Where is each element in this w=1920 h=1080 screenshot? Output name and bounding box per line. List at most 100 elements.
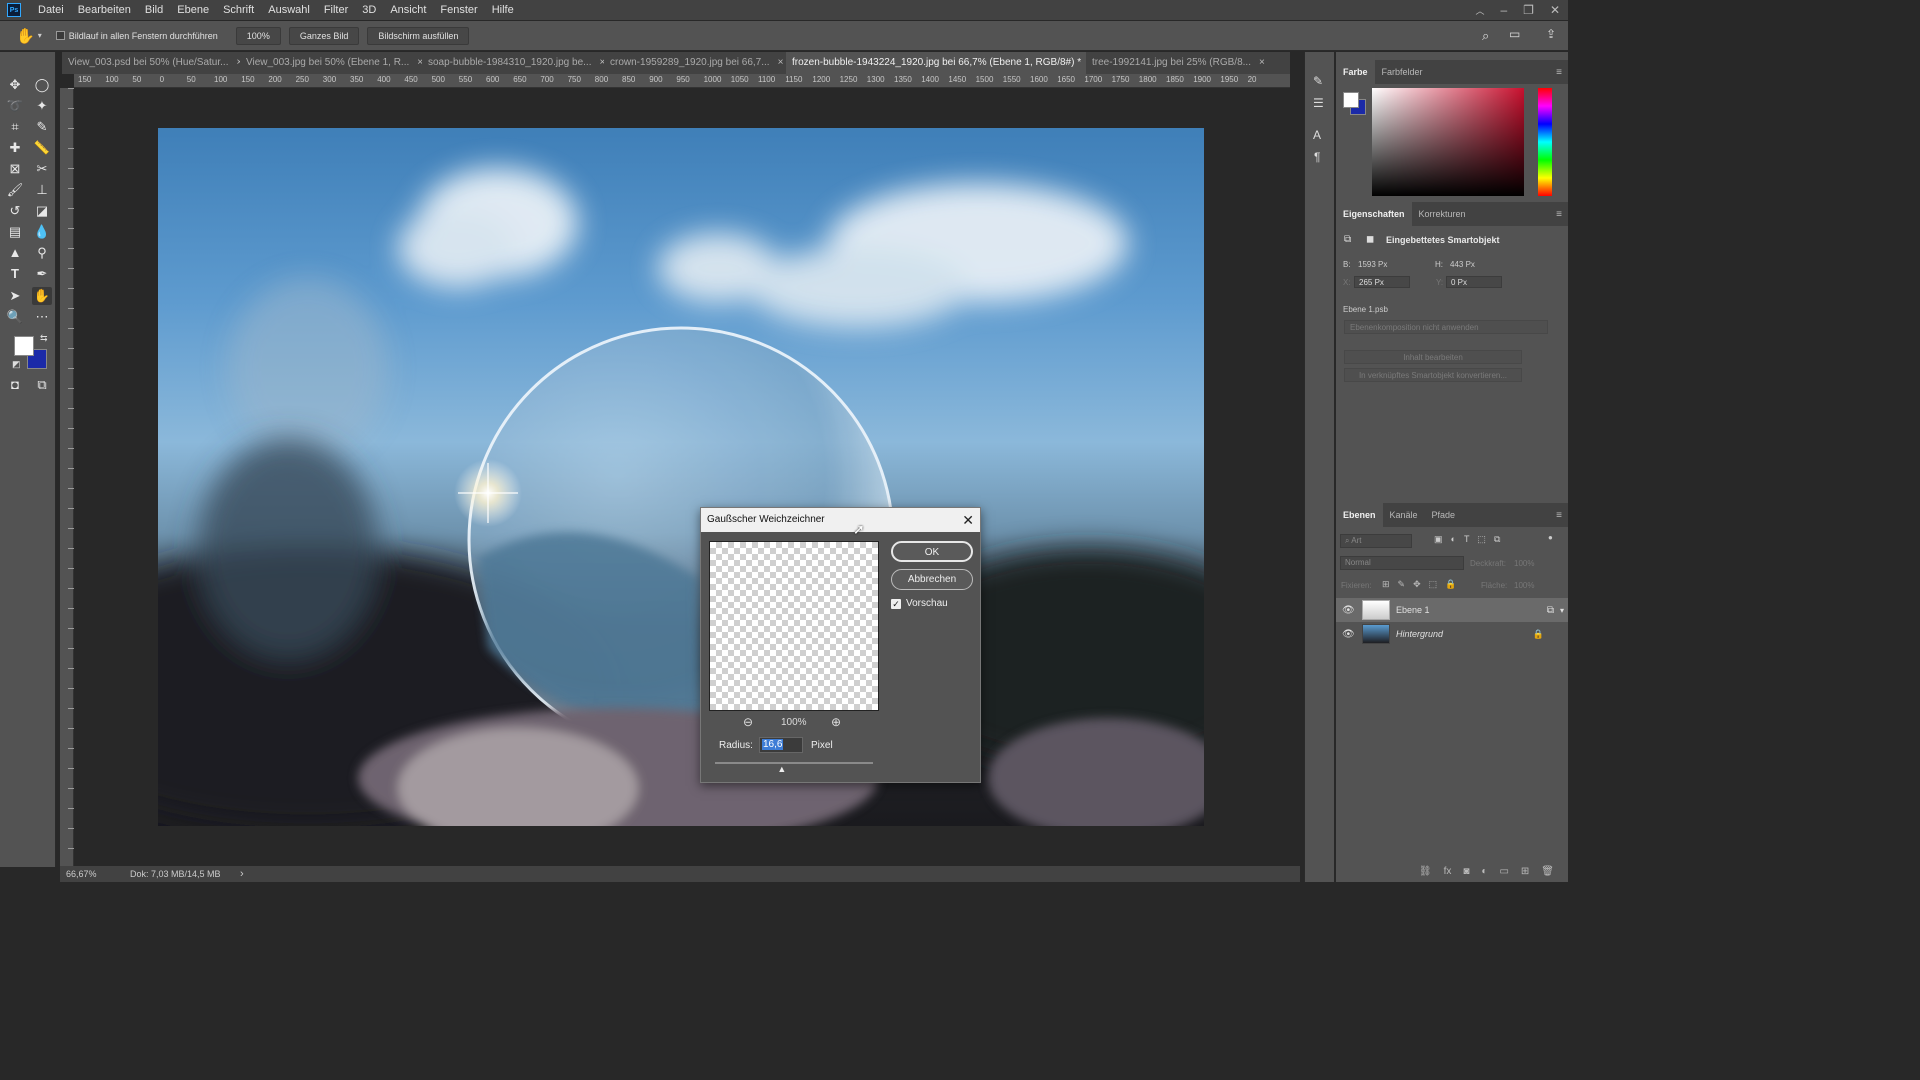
preview-checkbox[interactable]: ✓ [891, 598, 901, 609]
zoom-tool-icon[interactable]: 🔍 [5, 308, 25, 326]
adjustment-layer-icon[interactable]: ◐ [1481, 866, 1487, 877]
marquee-tool-icon[interactable]: ◯ [32, 76, 52, 94]
default-colors-icon[interactable]: ◩ [12, 359, 21, 370]
tab-view003-psd[interactable]: View_003.psd bei 50% (Hue/Satur... × [62, 52, 240, 74]
tab-frozen-bubble[interactable]: frozen-bubble-1943224_1920.jpg bei 66,7%… [786, 52, 1086, 74]
zoom-out-icon[interactable]: ⊖ [743, 715, 753, 729]
radius-slider-track[interactable] [715, 762, 873, 764]
type-tool-icon[interactable]: T [5, 265, 25, 283]
quick-mask-icon[interactable]: ◘ [5, 376, 25, 394]
frame-tool-icon[interactable]: ⊠ [5, 160, 25, 178]
eraser-tool-icon[interactable]: ◪ [32, 202, 52, 220]
crop-tool-icon[interactable]: ⌗ [5, 118, 25, 136]
radius-input[interactable]: 16,6 [759, 737, 803, 753]
close-icon[interactable]: × [1259, 52, 1265, 74]
menu-filter[interactable]: Filter [317, 0, 355, 20]
fill-value[interactable]: 100% [1514, 581, 1534, 590]
tab-crown[interactable]: crown-1959289_1920.jpg bei 66,7... × [604, 52, 786, 74]
menu-3d[interactable]: 3D [355, 0, 383, 20]
hand-tool-active-icon[interactable]: ✋ [32, 287, 52, 305]
layer-name[interactable]: Ebene 1 [1396, 605, 1430, 615]
radius-slider-thumb[interactable]: ▲ [777, 764, 786, 774]
menu-hilfe[interactable]: Hilfe [485, 0, 521, 20]
fit-screen-button[interactable]: Ganzes Bild [288, 26, 360, 45]
panel-fg-swatch[interactable] [1343, 92, 1359, 108]
link-icon[interactable]: ⛓ [1419, 866, 1432, 877]
search-icon[interactable]: ⌕ [1482, 28, 1489, 44]
path-selection-tool-icon[interactable]: ➤ [5, 287, 25, 305]
healing-brush-tool-icon[interactable]: ✚ [5, 139, 25, 157]
preview-checkbox-row[interactable]: ✓ Vorschau [891, 598, 948, 609]
tab-kanaele[interactable]: Kanäle [1383, 503, 1425, 527]
tab-pfade[interactable]: Pfade [1425, 503, 1463, 527]
scissors-tool-icon[interactable]: ✂ [32, 160, 52, 178]
layer-row-ebene-1[interactable]: 👁 Ebene 1 ⧉ ▾ [1336, 598, 1568, 622]
panel-menu-icon[interactable]: ≡ [1556, 510, 1562, 521]
panel-menu-icon[interactable]: ≡ [1556, 67, 1562, 78]
screen-mode-icon[interactable]: ⧉ [32, 376, 52, 394]
brush-settings-icon[interactable]: ✎ [1313, 74, 1323, 88]
zoom-in-icon[interactable]: ⊕ [831, 715, 841, 729]
edit-contents-button[interactable]: Inhalt bearbeiten [1344, 350, 1522, 364]
hand-tool-icon[interactable]: ✋ [16, 27, 35, 45]
blur-preview[interactable] [709, 541, 879, 711]
character-icon[interactable]: A [1313, 128, 1321, 142]
menu-ebene[interactable]: Ebene [170, 0, 216, 20]
pen-tool-icon[interactable]: ✒ [32, 265, 52, 283]
brush-tool-icon[interactable]: 🖌 [5, 181, 25, 199]
layer-name[interactable]: Hintergrund [1396, 629, 1443, 639]
swap-colors-icon[interactable]: ⇆ [40, 333, 48, 344]
lock-icons[interactable]: ⊞✎✥⬚🔒 [1382, 579, 1464, 590]
menu-auswahl[interactable]: Auswahl [261, 0, 317, 20]
more-tools-icon[interactable]: ⋯ [32, 308, 52, 326]
blur-tool-icon[interactable]: 💧 [32, 223, 52, 241]
tab-korrekturen[interactable]: Korrekturen [1412, 202, 1473, 226]
filter-icons[interactable]: ▣◐T⬚⧉ [1434, 534, 1508, 545]
dodge-tool-icon[interactable]: ⚲ [32, 244, 52, 262]
eye-icon[interactable]: 👁 [1342, 605, 1356, 616]
filter-toggle-icon[interactable]: ● [1548, 533, 1553, 542]
zoom-100-button[interactable]: 100% [235, 26, 281, 45]
tab-ebenen[interactable]: Ebenen [1336, 503, 1383, 527]
status-arrow-icon[interactable]: › [240, 868, 244, 880]
add-mask-icon[interactable]: ◙ [1463, 866, 1469, 877]
history-brush-tool-icon[interactable]: ↺ [5, 202, 25, 220]
tab-eigenschaften[interactable]: Eigenschaften [1336, 202, 1412, 226]
photoshop-logo[interactable]: Ps [7, 3, 21, 17]
layer-filter-search[interactable]: ⌕ Art [1340, 534, 1412, 548]
lock-icon[interactable]: 🔒 [1533, 629, 1544, 640]
opacity-value[interactable]: 100% [1514, 559, 1534, 568]
workspace-icon[interactable]: ▭ [1509, 27, 1520, 41]
y-position-input[interactable]: 0 Px [1446, 276, 1502, 288]
canvas-area[interactable] [74, 88, 1290, 866]
zoom-readout[interactable]: 66,67% [66, 869, 126, 879]
eyedropper-tool-icon[interactable]: ✎ [32, 118, 52, 136]
hue-slider[interactable] [1538, 88, 1552, 196]
new-layer-icon[interactable]: ⊞ [1521, 866, 1529, 877]
adjustments-icon[interactable]: ☰ [1313, 96, 1324, 110]
chevron-up-icon[interactable]: ︿ [1475, 4, 1484, 17]
ruler-tool-icon[interactable]: 📏 [32, 139, 52, 157]
fx-icon[interactable]: fx [1444, 866, 1452, 877]
menu-bild[interactable]: Bild [138, 0, 170, 20]
scroll-all-windows-option[interactable]: Bildlauf in allen Fenstern durchführen [55, 31, 218, 41]
tab-soap-bubble[interactable]: soap-bubble-1984310_1920.jpg be... × [422, 52, 604, 74]
move-tool-icon[interactable]: ✥ [5, 76, 25, 94]
restore-icon[interactable]: ❐ [1523, 3, 1534, 17]
x-position-input[interactable]: 265 Px [1354, 276, 1410, 288]
lasso-tool-icon[interactable]: ➰ [5, 97, 25, 115]
share-icon[interactable]: ⇪ [1546, 27, 1556, 41]
fill-screen-button[interactable]: Bildschirm ausfüllen [367, 26, 470, 45]
eye-icon[interactable]: 👁 [1342, 629, 1356, 640]
folder-icon[interactable]: ▭ [1499, 866, 1508, 877]
close-window-icon[interactable]: ✕ [1550, 3, 1560, 17]
gradient-tool-icon[interactable]: ▤ [5, 223, 25, 241]
chevron-down-icon[interactable]: ▾ [38, 31, 42, 40]
tab-farbfelder[interactable]: Farbfelder [1375, 60, 1430, 84]
blend-mode-select[interactable]: Normal [1340, 556, 1464, 570]
convert-linked-button[interactable]: In verknüpftes Smartobjekt konvertieren.… [1344, 368, 1522, 382]
sharpen-tool-icon[interactable]: ▲ [5, 244, 25, 262]
color-field[interactable] [1372, 88, 1524, 196]
foreground-color-swatch[interactable] [14, 336, 34, 356]
menu-fenster[interactable]: Fenster [433, 0, 484, 20]
